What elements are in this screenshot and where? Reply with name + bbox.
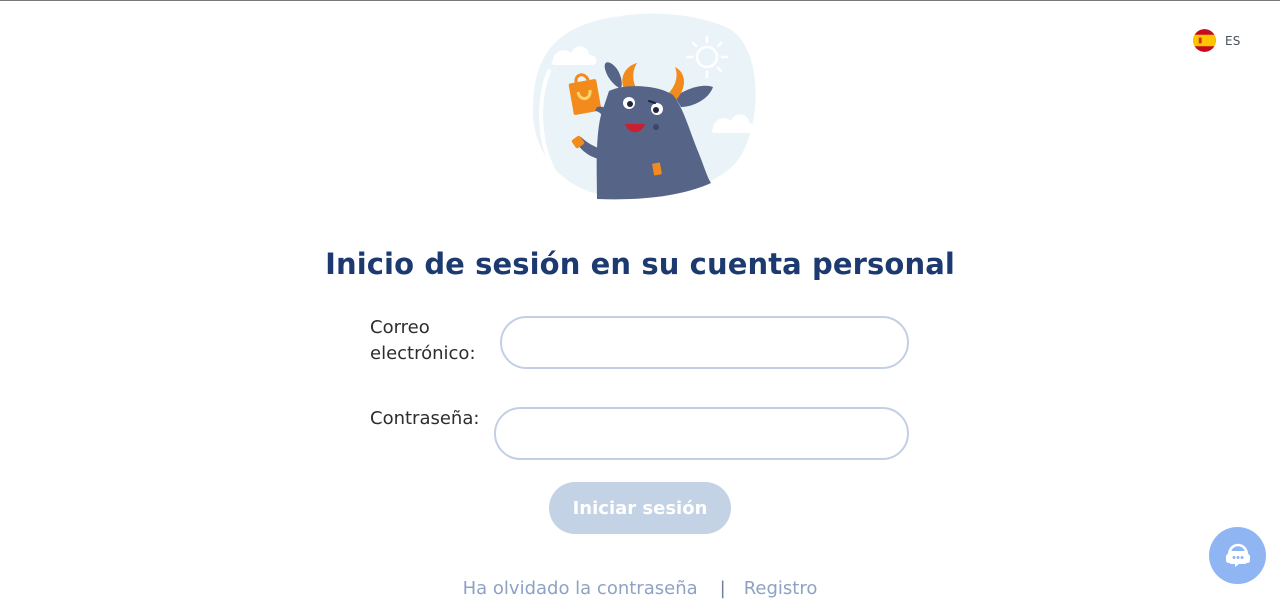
cow-mascot-illustration: [533, 13, 756, 200]
login-button[interactable]: Iniciar sesión: [549, 482, 731, 534]
register-link[interactable]: Registro: [744, 578, 818, 599]
language-selector[interactable]: ES: [1193, 29, 1241, 52]
support-chat-button[interactable]: [1209, 527, 1266, 584]
headset-chat-icon: [1225, 543, 1250, 567]
email-label: Correo electrónico:: [370, 317, 476, 364]
password-field[interactable]: [494, 407, 909, 460]
link-separator: |: [719, 578, 726, 599]
spain-flag-icon: [1193, 29, 1216, 52]
language-code: ES: [1225, 33, 1241, 48]
email-field[interactable]: [500, 316, 909, 369]
password-label: Contraseña:: [370, 408, 480, 429]
forgot-password-link[interactable]: Ha olvidado la contraseña: [463, 578, 698, 599]
page-title: Inicio de sesión en su cuenta personal: [325, 247, 955, 281]
auth-links: Ha olvidado la contraseña | Registro: [0, 578, 1280, 599]
